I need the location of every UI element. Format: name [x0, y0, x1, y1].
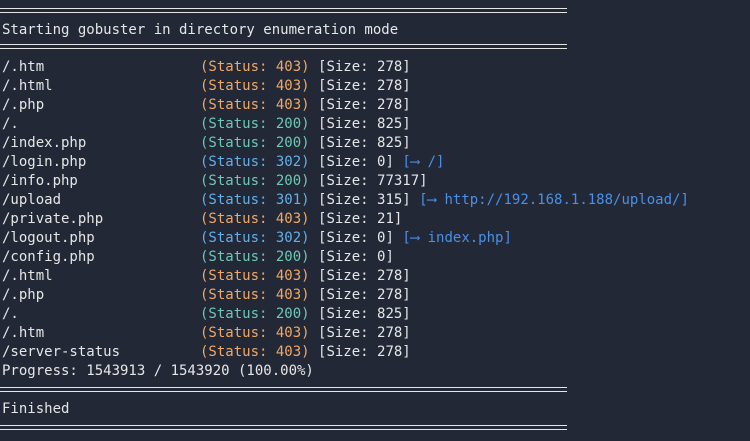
result-row: /server-status (Status: 403) [Size: 278]	[2, 343, 411, 362]
terminal-window[interactable]: Starting gobuster in directory enumerati…	[0, 0, 750, 441]
result-status: (Status: 302)	[200, 230, 310, 246]
separator-top	[0, 8, 567, 13]
result-status: (Status: 403)	[200, 268, 310, 284]
result-redirect: [⟶ /]	[402, 154, 445, 170]
result-redirect: [⟶ http://192.168.1.188/upload/]	[419, 192, 689, 208]
result-status: (Status: 301)	[200, 192, 310, 208]
result-path: /server-status	[2, 344, 121, 360]
result-size: [Size: 278]	[318, 325, 411, 341]
result-size: [Size: 315]	[318, 192, 411, 208]
result-size: [Size: 278]	[318, 268, 411, 284]
finished-line: Finished	[2, 401, 70, 417]
result-row: /login.php (Status: 302) [Size: 0] [⟶ /]	[2, 153, 444, 172]
result-size: [Size: 278]	[318, 78, 411, 94]
result-size: [Size: 0]	[318, 230, 394, 246]
result-path: /.htm	[2, 325, 45, 341]
result-row: /.htm (Status: 403) [Size: 278]	[2, 58, 411, 77]
result-path: /.html	[2, 78, 53, 94]
separator-progress	[0, 387, 567, 392]
result-size: [Size: 77317]	[318, 173, 428, 189]
result-row: /. (Status: 200) [Size: 825]	[2, 115, 411, 134]
progress-line: Progress: 1543913 / 1543920 (100.00%)	[2, 363, 314, 379]
result-row: /index.php (Status: 200) [Size: 825]	[2, 134, 411, 153]
result-path: /index.php	[2, 135, 87, 151]
result-row: /config.php (Status: 200) [Size: 0]	[2, 248, 394, 267]
result-redirect: [⟶ index.php]	[402, 230, 512, 246]
result-status: (Status: 403)	[200, 211, 310, 227]
result-path: /.	[2, 116, 19, 132]
result-status: (Status: 403)	[200, 325, 310, 341]
result-size: [Size: 0]	[318, 154, 394, 170]
result-path: /.htm	[2, 59, 45, 75]
result-status: (Status: 302)	[200, 154, 310, 170]
separator-header	[0, 44, 567, 49]
result-path: /private.php	[2, 211, 104, 227]
result-path: /.	[2, 306, 19, 322]
result-size: [Size: 825]	[318, 116, 411, 132]
result-row: /info.php (Status: 200) [Size: 77317]	[2, 172, 428, 191]
result-row: /.htm (Status: 403) [Size: 278]	[2, 324, 411, 343]
result-status: (Status: 403)	[200, 59, 310, 75]
separator-bottom	[0, 425, 567, 430]
result-row: /.php (Status: 403) [Size: 278]	[2, 286, 411, 305]
result-size: [Size: 825]	[318, 135, 411, 151]
result-row: /upload (Status: 301) [Size: 315] [⟶ http…	[2, 191, 689, 210]
result-size: [Size: 278]	[318, 344, 411, 360]
result-status: (Status: 403)	[200, 287, 310, 303]
result-row: /.html (Status: 403) [Size: 278]	[2, 77, 411, 96]
result-row: /. (Status: 200) [Size: 825]	[2, 305, 411, 324]
result-path: /info.php	[2, 173, 78, 189]
result-row: /private.php (Status: 403) [Size: 21]	[2, 210, 402, 229]
result-status: (Status: 403)	[200, 344, 310, 360]
result-row: /logout.php (Status: 302) [Size: 0] [⟶ in…	[2, 229, 512, 248]
result-path: /.php	[2, 97, 45, 113]
result-path: /login.php	[2, 154, 87, 170]
result-path: /upload	[2, 192, 62, 208]
result-path: /logout.php	[2, 230, 95, 246]
result-status: (Status: 403)	[200, 97, 310, 113]
result-row: /.php (Status: 403) [Size: 278]	[2, 96, 411, 115]
result-path: /.html	[2, 268, 53, 284]
result-status: (Status: 200)	[200, 116, 310, 132]
result-size: [Size: 0]	[318, 249, 394, 265]
result-path: /config.php	[2, 249, 95, 265]
header-line: Starting gobuster in directory enumerati…	[2, 22, 399, 38]
result-path: /.php	[2, 287, 45, 303]
result-size: [Size: 825]	[318, 306, 411, 322]
result-status: (Status: 403)	[200, 78, 310, 94]
result-size: [Size: 21]	[318, 211, 403, 227]
result-size: [Size: 278]	[318, 59, 411, 75]
result-size: [Size: 278]	[318, 287, 411, 303]
result-status: (Status: 200)	[200, 306, 310, 322]
result-status: (Status: 200)	[200, 135, 310, 151]
result-status: (Status: 200)	[200, 173, 310, 189]
result-size: [Size: 278]	[318, 97, 411, 113]
result-row: /.html (Status: 403) [Size: 278]	[2, 267, 411, 286]
result-status: (Status: 200)	[200, 249, 310, 265]
